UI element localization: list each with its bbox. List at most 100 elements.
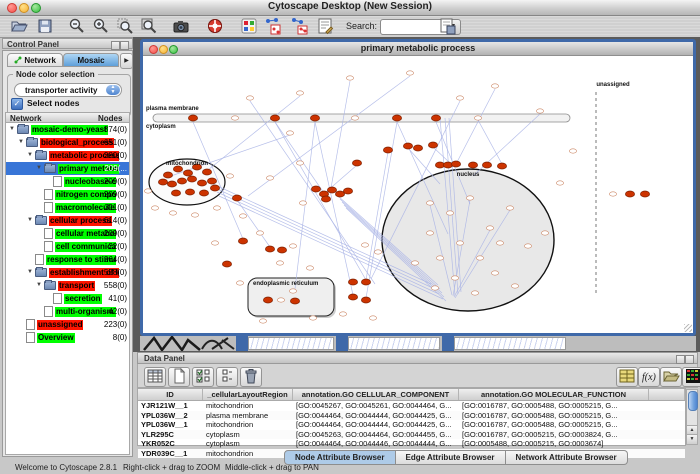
node-unselected[interactable] bbox=[277, 298, 284, 302]
node-unselected[interactable] bbox=[236, 281, 243, 285]
node-unselected[interactable] bbox=[266, 176, 273, 180]
node-unselected[interactable] bbox=[309, 316, 316, 320]
node-unselected[interactable] bbox=[486, 226, 493, 230]
heatmap-icon[interactable] bbox=[682, 367, 700, 387]
tab-network-attribute-browser[interactable]: Network Attribute Browser bbox=[506, 450, 628, 465]
select-nodes-checkbox[interactable]: ✓ bbox=[11, 98, 23, 110]
table-cell[interactable]: YPL036W__1 bbox=[138, 420, 203, 430]
node-unselected[interactable] bbox=[446, 211, 453, 215]
help-icon[interactable] bbox=[206, 17, 224, 35]
table-column-header[interactable]: _cellularLayoutRegion bbox=[203, 389, 293, 400]
node-unselected[interactable] bbox=[276, 261, 283, 265]
table-cell[interactable]: [GO:0044464, GO:0044446, GO:0044444, G..… bbox=[293, 439, 459, 449]
table-column-header[interactable] bbox=[649, 389, 685, 400]
zoom-fit-icon[interactable] bbox=[140, 17, 158, 35]
background-window-frame[interactable] bbox=[442, 336, 454, 351]
attribute-table-icon[interactable] bbox=[144, 367, 166, 387]
table-cell[interactable]: cytoplasm bbox=[203, 439, 293, 449]
node-selected[interactable] bbox=[158, 179, 167, 185]
save-attributes-icon[interactable] bbox=[616, 367, 638, 387]
table-cell[interactable]: [GO:0045263, GO:0044464, GO:0044455, G..… bbox=[293, 430, 459, 440]
table-row[interactable]: YPL036W__2plasma membrane[GO:0044464, GO… bbox=[138, 411, 685, 421]
tree-row[interactable]: ▼primary metaboli209(... bbox=[6, 162, 129, 175]
tab-network[interactable]: Network bbox=[7, 53, 63, 67]
node-unselected[interactable] bbox=[511, 284, 518, 288]
table-cell[interactable]: [GO:0016787, GO:0005215, GO:0003824, G..… bbox=[459, 430, 649, 440]
node-unselected[interactable] bbox=[524, 244, 531, 248]
table-cell[interactable]: mitochondrion bbox=[203, 449, 293, 459]
node-selected[interactable] bbox=[290, 298, 299, 304]
background-network-preview[interactable] bbox=[454, 337, 566, 350]
table-cell[interactable]: YLR295C bbox=[138, 430, 203, 440]
node-unselected[interactable] bbox=[456, 96, 463, 100]
save-session-icon[interactable] bbox=[36, 17, 54, 35]
node-selected[interactable] bbox=[188, 115, 197, 121]
table-cell[interactable] bbox=[649, 449, 685, 459]
node-unselected[interactable] bbox=[541, 231, 548, 235]
node-unselected[interactable] bbox=[476, 256, 483, 260]
node-selected[interactable] bbox=[277, 247, 286, 253]
table-cell[interactable] bbox=[649, 420, 685, 430]
node-unselected[interactable] bbox=[296, 91, 303, 95]
create-attribute-icon[interactable] bbox=[168, 367, 190, 387]
tree-row[interactable]: secretion41(0) bbox=[6, 292, 129, 305]
zoom-out-icon[interactable] bbox=[68, 17, 86, 35]
node-unselected[interactable] bbox=[346, 76, 353, 80]
collapse-network-icon[interactable] bbox=[290, 17, 308, 35]
node-unselected[interactable] bbox=[609, 192, 616, 196]
node-selected[interactable] bbox=[361, 297, 370, 303]
node-unselected[interactable] bbox=[339, 312, 346, 316]
table-row[interactable]: YKR052Ccytoplasm[GO:0044464, GO:0044446,… bbox=[138, 439, 685, 449]
float-panel-icon[interactable] bbox=[676, 355, 685, 364]
node-selected[interactable] bbox=[222, 261, 231, 267]
tab-mosaic[interactable]: Mosaic bbox=[63, 53, 119, 67]
node-unselected[interactable] bbox=[426, 231, 433, 235]
node-unselected[interactable] bbox=[299, 201, 306, 205]
close-panel-icon[interactable] bbox=[120, 41, 129, 50]
node-unselected[interactable] bbox=[456, 241, 463, 245]
node-selected[interactable] bbox=[428, 142, 437, 148]
expand-triangle-icon[interactable]: ▼ bbox=[36, 162, 44, 175]
node-unselected[interactable] bbox=[426, 201, 433, 205]
node-unselected[interactable] bbox=[369, 316, 376, 320]
node-unselected[interactable] bbox=[259, 319, 266, 323]
table-row[interactable]: YPL036W__1mitochondrion[GO:0044464, GO:0… bbox=[138, 420, 685, 430]
node-unselected[interactable] bbox=[256, 231, 263, 235]
resize-grip[interactable] bbox=[684, 324, 692, 332]
node-unselected[interactable] bbox=[231, 116, 238, 120]
tree-row[interactable]: cellular metabol209(0) bbox=[6, 227, 129, 240]
tree-row[interactable]: nitrogen compou209(0) bbox=[6, 188, 129, 201]
node-selected[interactable] bbox=[197, 180, 206, 186]
node-selected[interactable] bbox=[352, 160, 361, 166]
node-selected[interactable] bbox=[177, 178, 186, 184]
tree-row[interactable]: ▼biological_process651(0) bbox=[6, 136, 129, 149]
node-selected[interactable] bbox=[482, 162, 491, 168]
node-selected[interactable] bbox=[383, 147, 392, 153]
table-cell[interactable]: YPL036W__2 bbox=[138, 411, 203, 421]
node-selected[interactable] bbox=[263, 297, 272, 303]
open-session-icon[interactable] bbox=[10, 17, 28, 35]
tree-row[interactable]: cell communicati22(0) bbox=[6, 240, 129, 253]
table-cell[interactable]: [GO:0045267, GO:0045261, GO:0044464, G..… bbox=[293, 401, 459, 411]
node-unselected[interactable] bbox=[411, 261, 418, 265]
node-selected[interactable] bbox=[431, 115, 440, 121]
table-cell[interactable]: YJR121W__1 bbox=[138, 401, 203, 411]
import-attributes-icon[interactable] bbox=[660, 367, 682, 387]
expand-triangle-icon[interactable]: ▼ bbox=[27, 266, 35, 279]
select-attributes-icon[interactable] bbox=[192, 367, 214, 387]
node-selected[interactable] bbox=[348, 294, 357, 300]
table-cell[interactable]: [GO:0016787, GO:0005488, GO:0005215, G..… bbox=[459, 401, 649, 411]
node-unselected[interactable] bbox=[286, 131, 293, 135]
node-selected[interactable] bbox=[210, 185, 219, 191]
node-unselected[interactable] bbox=[213, 206, 220, 210]
network-window-titlebar[interactable]: primary metabolic process bbox=[143, 42, 693, 56]
node-unselected[interactable] bbox=[436, 256, 443, 260]
tree-row[interactable]: macromolecule311(0) bbox=[6, 201, 129, 214]
close-panel-icon[interactable] bbox=[685, 355, 694, 364]
table-cell[interactable]: [GO:0005488, GO:0005215, GO:0003674] bbox=[459, 439, 649, 449]
node-selected[interactable] bbox=[265, 246, 274, 252]
table-cell[interactable]: [GO:0016787, GO:0005488, GO:0005215, G..… bbox=[459, 420, 649, 430]
node-selected[interactable] bbox=[497, 163, 506, 169]
tree-row[interactable]: response to stimulu264(0) bbox=[6, 253, 129, 266]
table-cell[interactable]: [GO:0044464, GO:0044444, GO:0044425, G..… bbox=[293, 420, 459, 430]
